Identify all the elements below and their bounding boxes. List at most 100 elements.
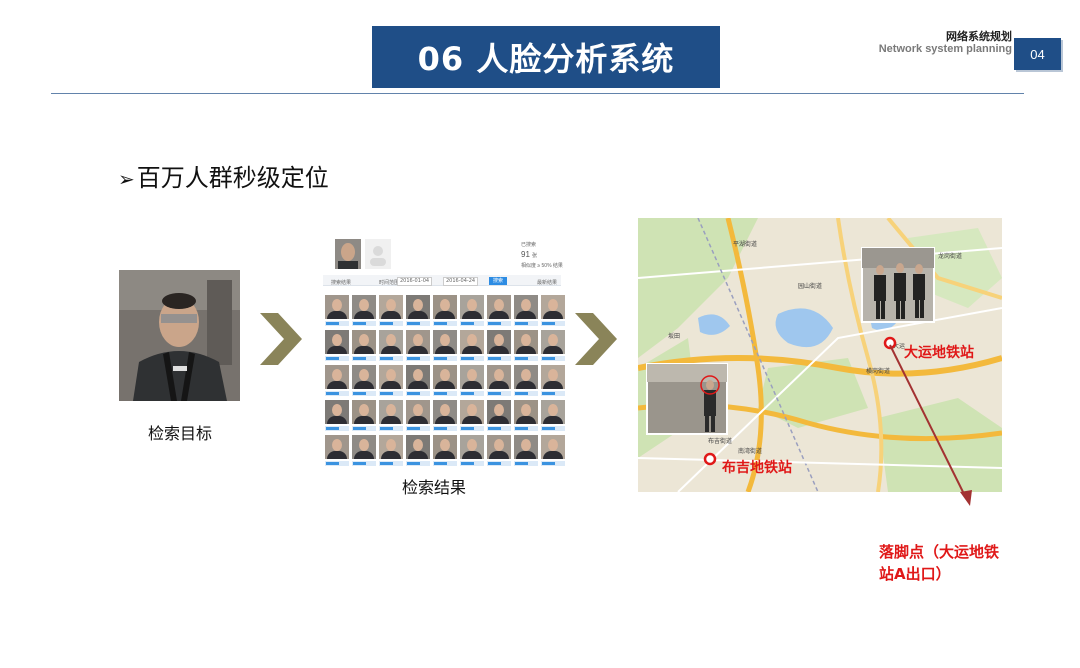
- station-label-dayun: 大运地铁站: [904, 345, 974, 361]
- result-thumbnail[interactable]: [487, 435, 511, 467]
- face-thumbnail-icon: [433, 330, 457, 354]
- result-thumbnail[interactable]: [379, 435, 403, 467]
- result-thumbnail[interactable]: [514, 400, 538, 432]
- result-thumbnail[interactable]: [352, 400, 376, 432]
- result-thumbnail[interactable]: [433, 330, 457, 362]
- route-arrow-icon: [889, 344, 972, 506]
- result-thumbnail[interactable]: [379, 365, 403, 397]
- similarity-strip: [541, 461, 565, 466]
- result-thumbnail[interactable]: [514, 295, 538, 327]
- result-thumbnail[interactable]: [406, 365, 430, 397]
- face-thumbnail-icon: [325, 400, 349, 424]
- result-thumbnail[interactable]: [325, 435, 349, 467]
- result-thumbnail[interactable]: [379, 330, 403, 362]
- face-thumbnail-icon: [487, 435, 511, 459]
- face-thumbnail-icon: [325, 365, 349, 389]
- bullet-heading: ➢百万人群秒级定位: [118, 158, 329, 193]
- result-thumbnail[interactable]: [352, 435, 376, 467]
- results-caption: 检索结果: [402, 478, 467, 497]
- similarity-strip: [433, 391, 457, 396]
- person-photo-icon: [119, 270, 240, 401]
- result-thumbnail[interactable]: [541, 400, 565, 432]
- result-thumbnail[interactable]: [460, 330, 484, 362]
- face-thumbnail-icon: [406, 400, 430, 424]
- face-thumbnail-icon: [541, 330, 565, 354]
- result-thumbnail[interactable]: [487, 295, 511, 327]
- face-thumbnail-icon: [379, 365, 403, 389]
- sort-label[interactable]: 最新结果: [537, 279, 557, 286]
- face-thumbnail-icon: [379, 400, 403, 424]
- date-start-field[interactable]: 2016-01-04: [397, 277, 433, 286]
- result-thumbnail[interactable]: [325, 400, 349, 432]
- result-thumbnail[interactable]: [379, 400, 403, 432]
- similarity-strip: [352, 461, 376, 466]
- face-thumbnail-icon: [514, 365, 538, 389]
- similarity-strip: [487, 356, 511, 361]
- similarity-strip: [514, 426, 538, 431]
- result-thumbnail[interactable]: [460, 295, 484, 327]
- similarity-strip: [514, 461, 538, 466]
- result-thumbnail[interactable]: [487, 365, 511, 397]
- face-thumbnail-icon: [487, 400, 511, 424]
- bullet-text: 百万人群秒级定位: [136, 164, 329, 192]
- count-unit: 张: [532, 253, 538, 259]
- result-thumbnail[interactable]: [406, 330, 430, 362]
- query-face-thumbnail: [335, 239, 361, 269]
- similarity-strip: [433, 461, 457, 466]
- result-thumbnail[interactable]: [325, 330, 349, 362]
- result-thumbnail[interactable]: [460, 400, 484, 432]
- result-thumbnail[interactable]: [487, 400, 511, 432]
- result-thumbnail[interactable]: [487, 330, 511, 362]
- result-thumbnail[interactable]: [379, 295, 403, 327]
- similarity-strip: [433, 356, 457, 361]
- result-thumbnail[interactable]: [325, 295, 349, 327]
- map-place-label: 坂田: [668, 332, 680, 340]
- filter-label[interactable]: 搜索结果: [331, 279, 351, 286]
- result-thumbnail[interactable]: [433, 400, 457, 432]
- face-thumbnail-icon: [514, 435, 538, 459]
- filter-bar: [323, 275, 561, 286]
- similarity-strip: [406, 461, 430, 466]
- map-place-label: 南湾街道: [738, 447, 762, 455]
- result-thumbnail[interactable]: [541, 330, 565, 362]
- result-thumbnail[interactable]: [541, 435, 565, 467]
- result-thumbnail[interactable]: [514, 330, 538, 362]
- result-thumbnail[interactable]: [352, 330, 376, 362]
- result-thumbnail[interactable]: [352, 365, 376, 397]
- similarity-strip: [541, 356, 565, 361]
- result-thumbnail[interactable]: [514, 435, 538, 467]
- chevron-right-icon: [260, 313, 302, 365]
- face-thumbnail-icon: [433, 435, 457, 459]
- result-thumbnail[interactable]: [460, 435, 484, 467]
- search-button[interactable]: 搜索: [489, 277, 507, 285]
- similarity-strip: [460, 321, 484, 326]
- result-thumbnail[interactable]: [433, 435, 457, 467]
- face-thumbnail-icon: [379, 295, 403, 319]
- result-thumbnail[interactable]: [406, 400, 430, 432]
- result-thumbnail[interactable]: [514, 365, 538, 397]
- result-thumbnail[interactable]: [406, 435, 430, 467]
- similarity-strip: [406, 321, 430, 326]
- face-thumbnail-icon: [352, 330, 376, 354]
- similarity-strip: [379, 391, 403, 396]
- result-thumbnail[interactable]: [352, 295, 376, 327]
- similarity-strip: [379, 321, 403, 326]
- result-thumbnail[interactable]: [541, 295, 565, 327]
- face-thumbnail-icon: [487, 330, 511, 354]
- result-thumbnail[interactable]: [541, 365, 565, 397]
- header-english: Network system planning: [878, 43, 1012, 55]
- result-thumbnail[interactable]: [325, 365, 349, 397]
- similarity-strip: [325, 426, 349, 431]
- similarity-strip: [433, 426, 457, 431]
- location-pin-icon[interactable]: [703, 452, 717, 466]
- similarity-strip: [514, 321, 538, 326]
- face-thumbnail-icon: [406, 365, 430, 389]
- similarity-strip: [379, 461, 403, 466]
- date-end-field[interactable]: 2016-04-24: [443, 277, 479, 286]
- result-thumbnail[interactable]: [433, 365, 457, 397]
- result-thumbnail[interactable]: [433, 295, 457, 327]
- result-thumbnail[interactable]: [460, 365, 484, 397]
- similarity-strip: [541, 321, 565, 326]
- similarity-strip: [487, 426, 511, 431]
- result-thumbnail[interactable]: [406, 295, 430, 327]
